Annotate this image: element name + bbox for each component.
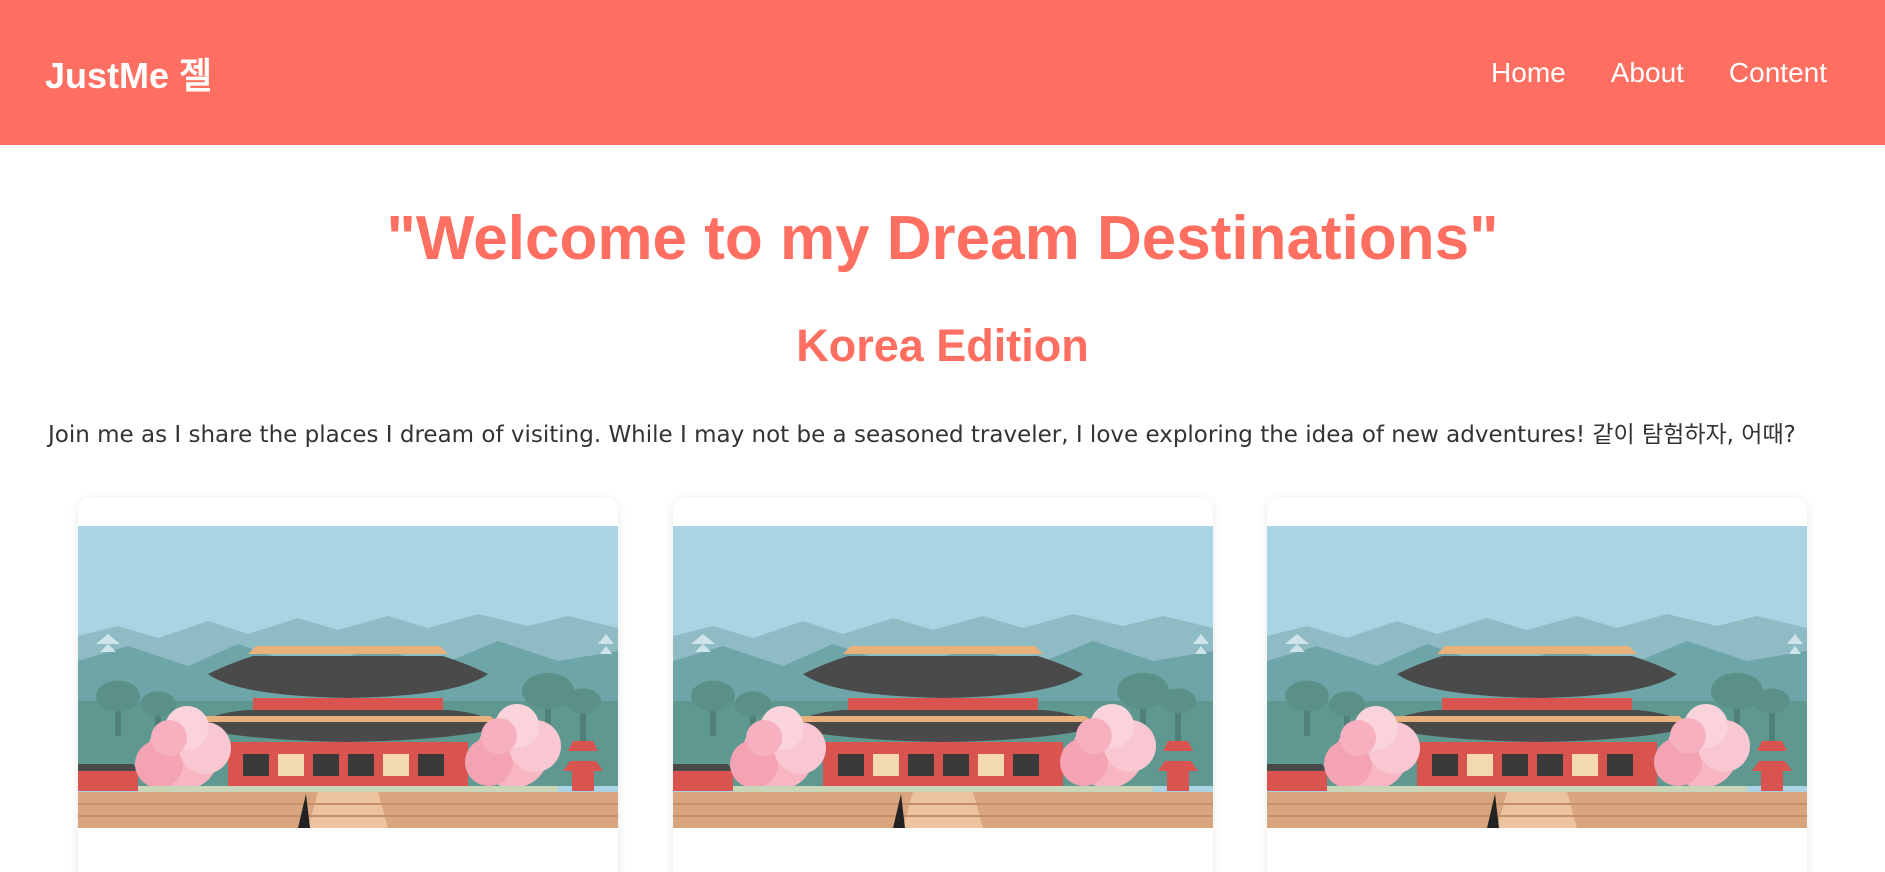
nav-content-link[interactable]: Content [1729, 57, 1827, 89]
nav-about-link[interactable]: About [1611, 57, 1684, 89]
korean-palace-illustration-icon [1267, 525, 1807, 828]
main-nav: Home About Content [1491, 57, 1827, 89]
intro-text: Join me as I share the places I dream of… [48, 421, 1796, 448]
main-content: "Welcome to my Dream Destinations" Korea… [0, 204, 1885, 872]
korean-palace-illustration-icon [672, 525, 1213, 828]
site-brand[interactable]: JustMe 젤 [45, 47, 212, 99]
destination-card[interactable] [1267, 496, 1807, 872]
destination-cards [78, 496, 1807, 872]
page-subtitle: Korea Edition [796, 320, 1089, 372]
nav-home-link[interactable]: Home [1491, 57, 1566, 89]
top-navbar: JustMe 젤 Home About Content [0, 0, 1885, 145]
page-title: "Welcome to my Dream Destinations" [386, 204, 1499, 273]
destination-card[interactable] [672, 496, 1213, 872]
destination-card[interactable] [78, 496, 618, 872]
korean-palace-illustration-icon [78, 525, 618, 828]
